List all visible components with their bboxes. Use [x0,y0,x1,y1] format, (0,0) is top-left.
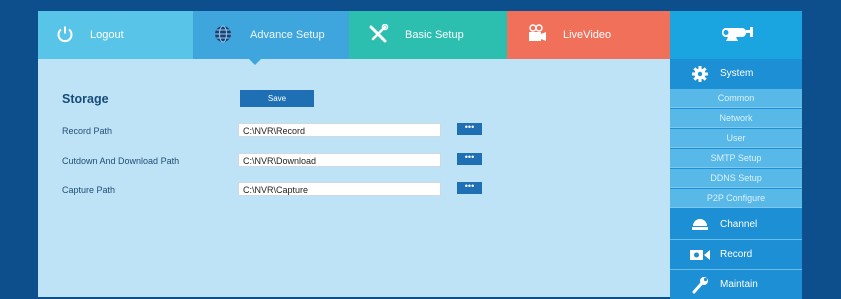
sidebar-item-system[interactable]: System [670,59,802,88]
cctv-camera-icon [716,25,756,46]
nav-advance-setup-label: Advance Setup [250,29,325,41]
sidebar: System Common Network User SMTP Setup DD… [670,59,802,299]
nav-basic-setup-label: Basic Setup [405,29,464,41]
nav-logout[interactable]: Logout [38,11,193,59]
nav-basic-setup[interactable]: Basic Setup [349,11,507,59]
capture-path-label: Capture Path [62,185,116,195]
gear-icon [688,65,712,82]
sidebar-item-ddns-setup[interactable]: DDNS Setup [670,169,802,188]
record-path-browse-button[interactable]: ••• [457,123,482,135]
tools-icon [367,23,389,47]
capture-path-browse-button[interactable]: ••• [457,182,482,194]
sidebar-record-label: Record [720,249,753,260]
sidebar-maintain-label: Maintain [720,279,758,290]
sidebar-item-p2p-configure[interactable]: P2P Configure [670,189,802,208]
wrench-icon [688,276,712,294]
sidebar-item-channel[interactable]: Channel [670,210,802,239]
power-icon [56,25,74,46]
sidebar-item-maintain[interactable]: Maintain [670,270,802,299]
brand-logo [670,11,802,59]
video-record-icon [688,249,712,261]
globe-icon [212,24,234,47]
download-path-label: Cutdown And Download Path [62,156,180,166]
dome-camera-icon [688,217,712,233]
download-path-browse-button[interactable]: ••• [457,153,482,165]
sidebar-channel-label: Channel [720,219,758,230]
nav-advance-setup[interactable]: Advance Setup [193,11,349,65]
nav-live-video-label: LiveVideo [563,29,612,41]
app-frame: Logout Advance Setup Basic Setup LiveVid… [38,11,802,299]
storage-panel: Storage Save Record Path C:\NVR\Record •… [38,59,670,297]
sidebar-item-user[interactable]: User [670,129,802,148]
download-path-input[interactable]: C:\NVR\Download [238,153,441,167]
record-path-label: Record Path [62,126,113,136]
nav-live-video[interactable]: LiveVideo [507,11,670,59]
sidebar-item-record[interactable]: Record [670,240,802,269]
capture-path-input[interactable]: C:\NVR\Capture [238,182,441,196]
sidebar-item-smtp-setup[interactable]: SMTP Setup [670,149,802,168]
camera-icon [525,23,547,47]
nav-logout-label: Logout [90,29,124,41]
record-path-input[interactable]: C:\NVR\Record [238,123,441,137]
sidebar-item-common[interactable]: Common [670,89,802,108]
top-navigation: Logout Advance Setup Basic Setup LiveVid… [38,11,802,65]
sidebar-system-label: System [720,68,754,79]
sidebar-item-network[interactable]: Network [670,109,802,128]
save-button[interactable]: Save [240,90,314,107]
page-title: Storage [62,92,109,106]
